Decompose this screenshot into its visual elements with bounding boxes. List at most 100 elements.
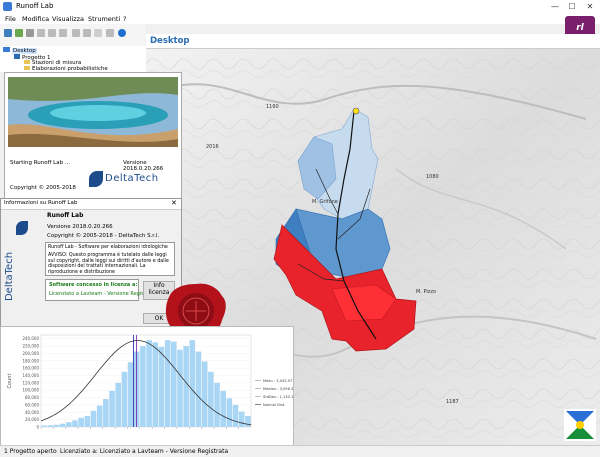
project-tree: Desktop Progetto 1 Stazioni di misura El… xyxy=(0,46,147,72)
menu-strumenti[interactable]: Strumenti xyxy=(88,14,120,24)
about-app-name: Runoff Lab xyxy=(47,212,84,219)
y-tick-label: 0 xyxy=(36,425,39,430)
splash-status: Starting Runoff Lab ... xyxy=(10,160,71,166)
toolbar xyxy=(0,24,145,47)
maximize-button[interactable]: ☐ xyxy=(565,1,579,12)
histogram-bar xyxy=(208,371,214,427)
histogram-bar xyxy=(214,382,220,427)
save-icon[interactable] xyxy=(26,29,34,37)
histogram-bar xyxy=(146,340,152,427)
histogram-bar xyxy=(109,390,115,427)
about-copyright: Copyright © 2005-2018 - DeltaTech S.r.l. xyxy=(47,233,160,239)
paste-icon[interactable] xyxy=(59,29,67,37)
about-dialog: Informazioni su Runoff Lab ✕ DeltaTech R… xyxy=(0,198,182,328)
histogram-bar xyxy=(47,425,54,427)
copy-icon[interactable] xyxy=(48,29,56,37)
about-titlebar: Informazioni su Runoff Lab ✕ xyxy=(1,199,181,210)
tree-root[interactable]: Desktop xyxy=(3,47,37,54)
menu-modifica[interactable]: Modifica xyxy=(22,14,49,24)
about-brand-panel: DeltaTech xyxy=(4,217,37,321)
minimize-button[interactable]: — xyxy=(548,1,562,12)
histogram-bar xyxy=(78,417,84,427)
y-tick-label: 140,000 xyxy=(22,373,39,378)
histogram-bar xyxy=(201,361,208,427)
status-license: Licenziato a: Licenziato a Lavteam - Ver… xyxy=(60,448,229,455)
corner-logo xyxy=(564,409,596,441)
map-label: 2016 xyxy=(206,144,219,150)
histogram-bar xyxy=(171,341,177,427)
app-icon xyxy=(3,2,12,11)
histogram-bar xyxy=(84,415,91,427)
histogram-bar xyxy=(189,340,196,427)
map-label: 1080 xyxy=(426,174,439,180)
desktop-header: Desktop xyxy=(146,34,600,49)
about-title: Informazioni su Runoff Lab xyxy=(4,200,78,206)
y-tick-label: 100,000 xyxy=(22,388,39,393)
y-axis-label: Count xyxy=(7,374,13,389)
histogram-bar xyxy=(238,411,245,427)
new-icon[interactable] xyxy=(4,29,12,37)
histogram-bar xyxy=(152,342,159,427)
histogram-bar xyxy=(115,382,121,427)
project-icon xyxy=(14,54,20,59)
menu-bar: File Modifica Visualizza Strumenti ? xyxy=(0,14,600,24)
splash-lake-image xyxy=(8,77,178,147)
menu-help[interactable]: ? xyxy=(123,14,126,24)
map-label: M. Grifone xyxy=(312,199,338,205)
about-description-box[interactable]: Runoff Lab - Software per elaborazioni i… xyxy=(45,242,175,276)
folder-icon xyxy=(24,60,30,64)
splash-window: Starting Runoff Lab ... Versione 2018.0.… xyxy=(4,72,182,200)
map-label: M. Pizzo xyxy=(416,289,437,295)
title-bar: Runoff Lab — ☐ ✕ xyxy=(0,0,600,15)
y-tick-label: 40,000 xyxy=(25,410,39,415)
move-icon[interactable] xyxy=(83,29,91,37)
menu-file[interactable]: File xyxy=(5,14,16,24)
y-tick-label: 180,000 xyxy=(22,358,39,363)
about-close-button[interactable]: ✕ xyxy=(171,199,177,207)
histogram-bar xyxy=(245,415,251,427)
histogram-bar xyxy=(90,410,97,427)
help-icon[interactable] xyxy=(118,29,126,37)
cut-icon[interactable] xyxy=(37,29,45,37)
y-tick-label: 240,000 xyxy=(22,336,39,341)
close-button[interactable]: ✕ xyxy=(583,1,597,12)
desktop-icon xyxy=(3,47,10,52)
histogram-bar xyxy=(59,423,66,427)
deltatech-logo-icon xyxy=(89,171,103,187)
legend-entry: Median : 3,096.36768 xyxy=(263,387,293,391)
legend-entry: StdDev : 1,130.10150 xyxy=(263,395,293,399)
splash-version: Versione 2018.0.20.266 xyxy=(123,160,164,172)
properties-icon[interactable] xyxy=(106,29,114,37)
y-tick-label: 20,000 xyxy=(25,417,39,422)
y-tick-label: 220,000 xyxy=(22,344,39,349)
legend-entry: Mean : 3,043.07111 xyxy=(263,379,293,383)
legend-entry: Normal Dist. xyxy=(263,403,285,407)
histogram-bar xyxy=(195,351,202,427)
histogram-bar xyxy=(140,346,146,427)
delete-icon[interactable] xyxy=(94,29,102,37)
license-title: Software concesso in licenza a: xyxy=(49,282,138,288)
y-tick-label: 200,000 xyxy=(22,351,39,356)
histogram-panel: 0 20,000 40,000 60,000 80,000 100,000 120,000 1… xyxy=(0,326,303,446)
about-warning: AVVISO: Questo programma è tutelato dall… xyxy=(48,253,169,275)
license-box: Software concesso in licenza a: Licenzia… xyxy=(45,279,156,301)
histogram-bar xyxy=(103,399,109,427)
outlet-point[interactable] xyxy=(352,107,360,115)
histogram-chart: 0 20,000 40,000 60,000 80,000 100,000 120,000 1… xyxy=(7,334,303,430)
y-tick-label: 160,000 xyxy=(22,366,39,371)
open-icon[interactable] xyxy=(15,29,23,37)
y-tick-label: 120,000 xyxy=(22,380,39,385)
splash-brand: DeltaTech xyxy=(105,173,159,184)
y-tick-label: 80,000 xyxy=(25,395,39,400)
histogram-bar xyxy=(158,346,165,427)
add-icon[interactable] xyxy=(72,29,80,37)
histogram-bar xyxy=(72,420,78,427)
histogram-bar xyxy=(220,390,226,427)
y-tick-label: 60,000 xyxy=(25,402,39,407)
license-text: Licenziato a Lavteam - Versione Registra… xyxy=(49,291,156,297)
histogram-bar xyxy=(53,424,60,427)
folder-icon xyxy=(24,66,30,70)
map-label: 1160 xyxy=(266,104,279,110)
menu-visualizza[interactable]: Visualizza xyxy=(52,14,84,24)
histogram-bar xyxy=(66,422,72,427)
